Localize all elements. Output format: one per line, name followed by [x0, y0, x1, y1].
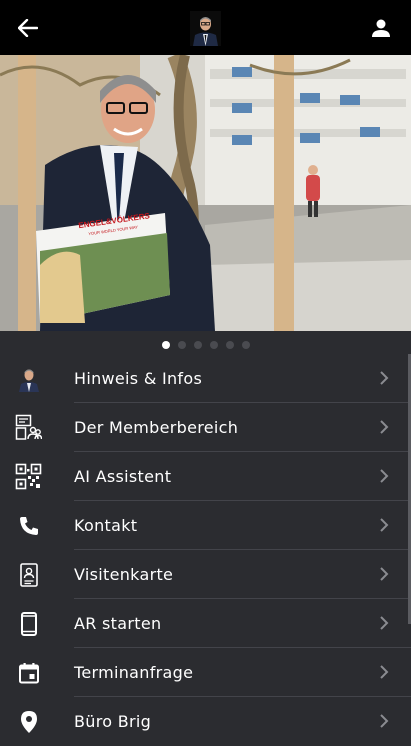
menu-item-label: Kontakt	[74, 516, 138, 535]
menu-item-label: AI Assistent	[74, 467, 172, 486]
menu-item-ai-assistent[interactable]: AI Assistent	[0, 452, 411, 501]
menu-item-label: AR starten	[74, 614, 162, 633]
chevron-right-icon	[380, 616, 389, 630]
smartphone-icon	[15, 610, 42, 637]
chevron-right-icon	[380, 518, 389, 532]
menu-item-label: Visitenkarte	[74, 565, 174, 584]
hero-photo	[0, 55, 411, 331]
hero-image-carousel[interactable]: ENGEL&VÖLKERS YOUR WORLD YOUR WAY	[0, 55, 411, 331]
phone-icon	[15, 512, 42, 539]
menu-item-buero-brig[interactable]: Büro Brig	[0, 697, 411, 746]
menu-item-visitenkarte[interactable]: Visitenkarte	[0, 550, 411, 599]
top-app-bar	[0, 0, 411, 55]
person-icon	[372, 19, 390, 37]
carousel-dot-1[interactable]	[161, 341, 170, 349]
carousel-dot-4[interactable]	[209, 341, 218, 349]
arrow-left-icon	[18, 19, 38, 37]
menu-item-kontakt[interactable]: Kontakt	[0, 501, 411, 550]
chevron-right-icon	[380, 567, 389, 581]
carousel-dot-6[interactable]	[241, 341, 250, 349]
chevron-right-icon	[380, 420, 389, 434]
menu-item-ar-starten[interactable]: AR starten	[0, 599, 411, 648]
agent-avatar	[190, 11, 221, 46]
menu-item-hinweis-infos[interactable]: Hinweis & Infos	[0, 354, 411, 403]
menu-item-label: Hinweis & Infos	[74, 369, 203, 388]
menu-item-memberbereich[interactable]: Der Memberbereich	[0, 403, 411, 452]
chevron-right-icon	[380, 714, 389, 728]
contact-card-icon	[15, 561, 42, 588]
carousel-dot-2[interactable]	[177, 341, 186, 349]
member-area-icon	[15, 414, 42, 441]
carousel-indicators	[0, 341, 411, 351]
chevron-right-icon	[380, 665, 389, 679]
calendar-icon	[15, 659, 42, 686]
menu-item-terminanfrage[interactable]: Terminanfrage	[0, 648, 411, 697]
back-button[interactable]	[14, 14, 42, 42]
menu-item-label: Terminanfrage	[74, 663, 194, 682]
qr-code-icon	[15, 463, 42, 490]
menu-item-label: Der Memberbereich	[74, 418, 239, 437]
profile-button[interactable]	[367, 14, 395, 42]
chevron-right-icon	[380, 469, 389, 483]
chevron-right-icon	[380, 371, 389, 385]
main-menu-list: Hinweis & Infos Der Memberbereich AI Ass…	[0, 354, 411, 746]
avatar-photo	[15, 365, 42, 392]
menu-item-label: Büro Brig	[74, 712, 152, 731]
carousel-dot-3[interactable]	[193, 341, 202, 349]
carousel-dot-5[interactable]	[225, 341, 234, 349]
